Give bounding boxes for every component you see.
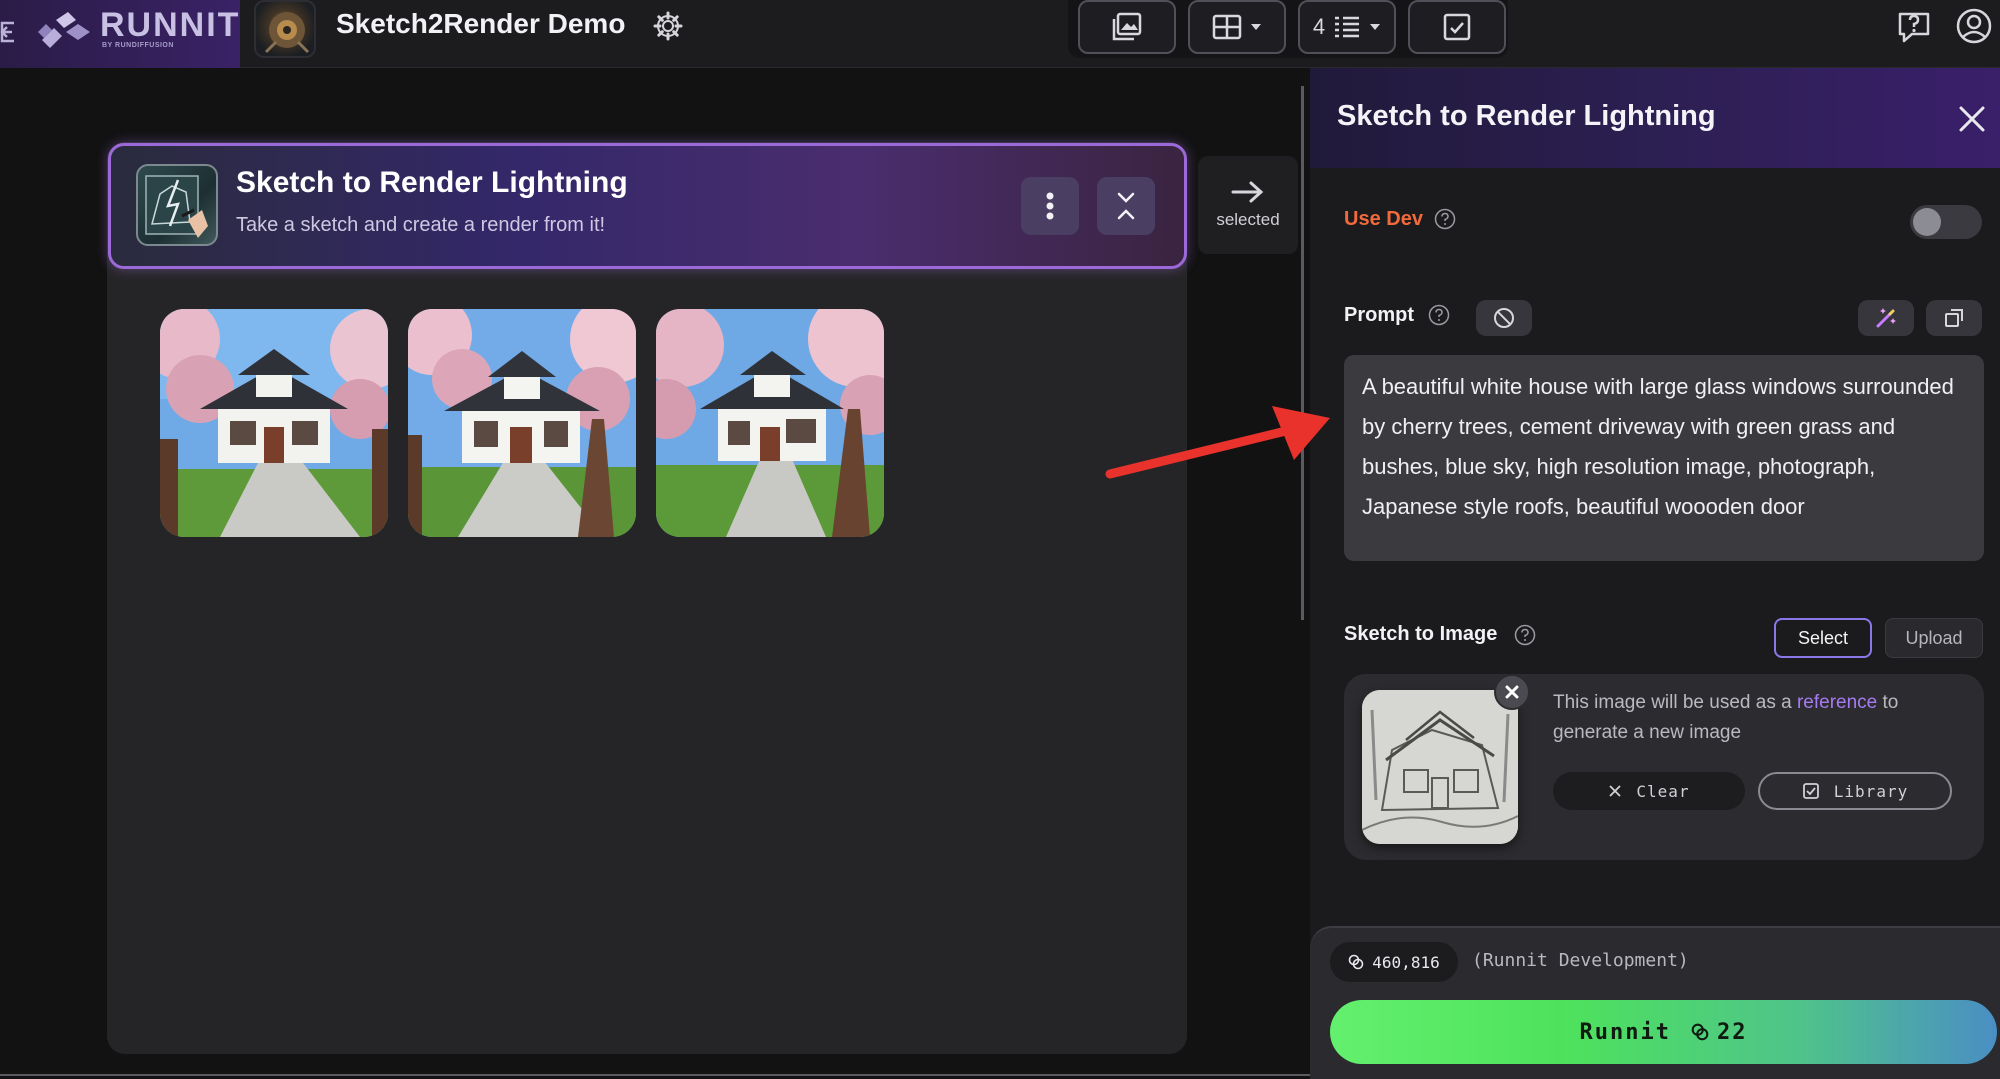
gallery-icon bbox=[1112, 12, 1142, 41]
app-title: Sketch2Render Demo bbox=[336, 8, 626, 39]
library-label: Library bbox=[1833, 781, 1909, 801]
kebab-menu-icon bbox=[1046, 192, 1054, 220]
collapse-card-button[interactable] bbox=[1097, 177, 1155, 235]
x-icon bbox=[1609, 785, 1622, 797]
sketch-thumbnail[interactable] bbox=[1362, 690, 1518, 844]
prompt-textarea[interactable]: A beautiful white house with large glass… bbox=[1344, 355, 1984, 561]
horizontal-scrollbar[interactable] bbox=[0, 1074, 1310, 1076]
credits-balance: 460,816 bbox=[1330, 942, 1458, 982]
columns-count: 4 bbox=[1312, 14, 1326, 39]
caret-down-icon bbox=[1370, 24, 1381, 30]
logo-wordmark: RUNNIT bbox=[100, 6, 241, 44]
select-image-button[interactable] bbox=[1408, 0, 1506, 54]
app-thumbnail[interactable] bbox=[254, 0, 316, 58]
sketch-to-image-label: Sketch to Image bbox=[1344, 623, 1498, 645]
run-cost-value: 22 bbox=[1716, 1019, 1748, 1045]
columns-count-dropdown[interactable]: 4 bbox=[1298, 0, 1396, 54]
close-icon bbox=[1505, 685, 1519, 699]
select-tab-button[interactable]: Select bbox=[1774, 618, 1872, 658]
runnit-button-label: Runnit bbox=[1579, 1019, 1671, 1045]
clear-label: Clear bbox=[1636, 781, 1690, 801]
runnit-button[interactable]: Runnit 22 bbox=[1330, 1000, 1997, 1064]
grid-icon bbox=[1212, 14, 1242, 40]
view-toolbar: 4 bbox=[1068, 0, 1508, 58]
caret-down-icon bbox=[1251, 24, 1261, 30]
checkbox-icon bbox=[1802, 783, 1819, 799]
reference-description: This image will be used as a reference t… bbox=[1553, 688, 1963, 748]
help-circle-icon[interactable] bbox=[1514, 624, 1536, 646]
prompt-label: Prompt bbox=[1344, 304, 1414, 326]
selected-tab-label: selected bbox=[1216, 210, 1280, 229]
toggle-knob bbox=[1913, 208, 1941, 236]
team-context: (Runnit Development) bbox=[1472, 950, 1689, 971]
negative-prompt-button[interactable] bbox=[1476, 300, 1532, 336]
logo-subtext: BY RUNDIFFUSION bbox=[102, 42, 174, 49]
help-circle-icon[interactable] bbox=[1434, 208, 1456, 230]
chat-help-icon[interactable] bbox=[1894, 6, 1934, 46]
coins-icon bbox=[1348, 954, 1364, 970]
selected-panel-tab[interactable]: selected bbox=[1198, 156, 1298, 254]
close-icon[interactable] bbox=[1957, 104, 1987, 134]
gallery-view-button[interactable] bbox=[1078, 0, 1176, 54]
app-card-title: Sketch to Render Lightning bbox=[236, 166, 628, 199]
expand-prompt-button[interactable] bbox=[1926, 300, 1982, 336]
magic-prompt-button[interactable] bbox=[1858, 300, 1914, 336]
remove-image-button[interactable] bbox=[1494, 674, 1530, 710]
result-image[interactable] bbox=[160, 309, 388, 537]
arrow-right-icon bbox=[1231, 181, 1264, 203]
app-card-thumbnail bbox=[136, 164, 218, 246]
use-dev-label: Use Dev bbox=[1344, 208, 1423, 230]
open-in-new-icon bbox=[1945, 309, 1963, 327]
run-cost: 22 bbox=[1691, 1020, 1748, 1045]
result-image[interactable] bbox=[656, 309, 884, 537]
image-check-icon bbox=[1443, 13, 1471, 41]
list-icon bbox=[1335, 16, 1360, 38]
reference-description-text: This image will be used as a bbox=[1553, 692, 1797, 713]
exit-icon[interactable] bbox=[0, 14, 18, 50]
more-options-button[interactable] bbox=[1021, 177, 1079, 235]
runnit-logo-icon bbox=[36, 10, 92, 50]
panel-title: Sketch to Render Lightning bbox=[1337, 100, 1716, 132]
annotation-arrow-icon bbox=[1100, 390, 1340, 490]
reference-link[interactable]: reference bbox=[1797, 692, 1877, 713]
workflow-canvas bbox=[107, 142, 1187, 1054]
open-library-button[interactable]: Library bbox=[1758, 772, 1952, 810]
upload-tab-button[interactable]: Upload bbox=[1885, 618, 1983, 658]
credits-value: 460,816 bbox=[1372, 952, 1440, 972]
help-circle-icon[interactable] bbox=[1428, 304, 1450, 326]
result-image[interactable] bbox=[408, 309, 636, 537]
block-icon bbox=[1494, 308, 1514, 328]
coins-icon bbox=[1691, 1023, 1709, 1041]
app-card-subtitle: Take a sketch and create a render from i… bbox=[236, 214, 606, 236]
magic-wand-icon bbox=[1876, 308, 1896, 328]
collapse-chevrons-icon bbox=[1117, 192, 1135, 220]
panel-resize-handle[interactable] bbox=[1301, 86, 1304, 620]
gear-icon[interactable] bbox=[652, 10, 684, 42]
clear-image-button[interactable]: Clear bbox=[1553, 772, 1745, 810]
app-card[interactable]: Sketch to Render Lightning Take a sketch… bbox=[108, 143, 1187, 269]
grid-layout-dropdown[interactable] bbox=[1188, 0, 1286, 54]
profile-icon[interactable] bbox=[1954, 6, 1994, 46]
